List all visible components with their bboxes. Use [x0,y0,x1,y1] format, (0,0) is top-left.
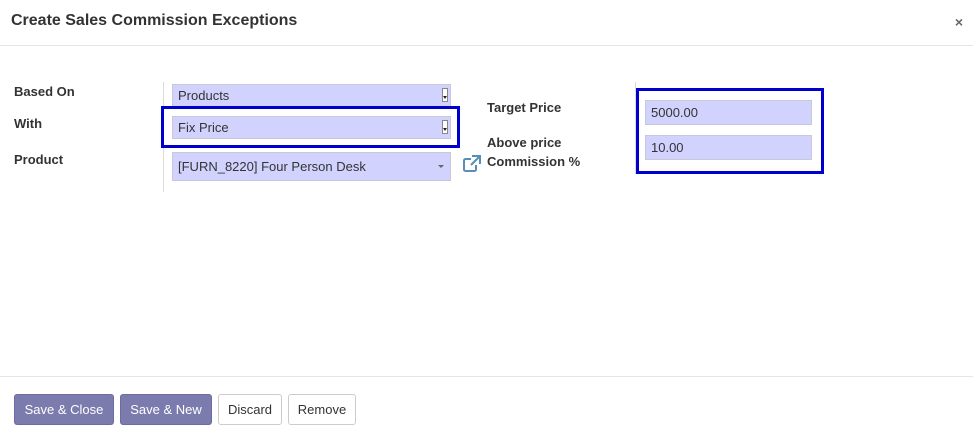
based-on-value: Products [178,88,230,103]
external-link-icon[interactable] [462,154,482,174]
target-price-label: Target Price [487,100,562,115]
above-price-label-line2: Commission % [487,154,581,169]
discard-button[interactable]: Discard [218,394,282,425]
dialog-title: Create Sales Commission Exceptions [11,12,298,29]
with-label: With [14,116,43,131]
product-input[interactable]: [FURN_8220] Four Person Desk [172,152,451,181]
dialog: Create Sales Commission Exceptions × Bas… [0,0,973,444]
save-new-button[interactable]: Save & New [120,394,212,425]
based-on-select[interactable]: Products [172,84,451,107]
chevron-down-icon [442,88,448,102]
highlight-box-with [161,106,460,148]
highlight-box-prices [636,88,824,174]
save-close-button[interactable]: Save & Close [14,394,114,425]
dialog-footer: Save & Close Save & New Discard Remove [0,376,973,444]
product-value: [FURN_8220] Four Person Desk [178,159,366,174]
dialog-header: Create Sales Commission Exceptions × [0,0,973,46]
chevron-down-icon [438,165,444,168]
remove-button[interactable]: Remove [288,394,356,425]
based-on-label: Based On [14,84,75,99]
product-label: Product [14,152,64,167]
above-price-label-line1: Above price [487,135,562,150]
close-icon[interactable]: × [955,14,963,30]
